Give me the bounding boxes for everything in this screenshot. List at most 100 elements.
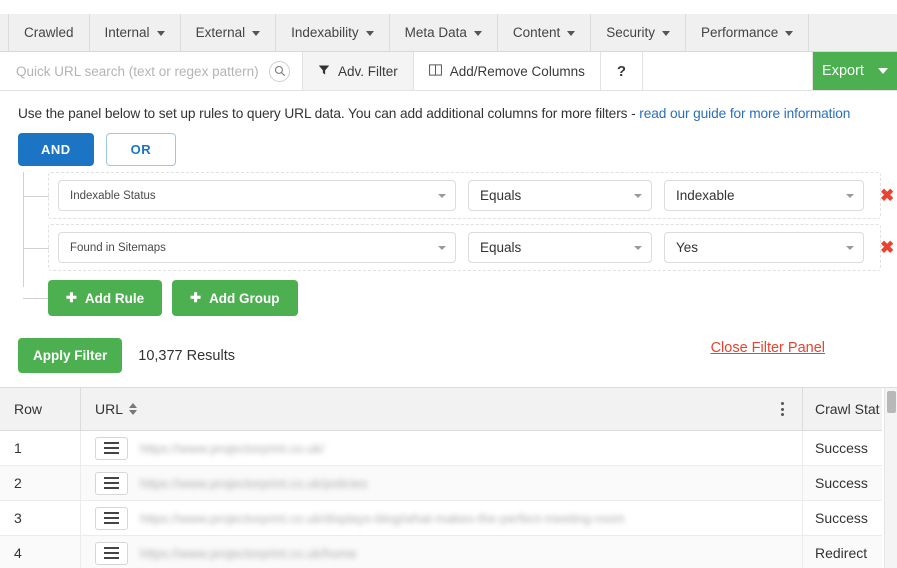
and-operator-button[interactable]: AND (18, 133, 94, 166)
rule-operator-value: Equals (480, 240, 522, 255)
chevron-down-icon (473, 31, 482, 36)
add-group-label: Add Group (209, 290, 280, 306)
filter-panel: Use the panel below to set up rules to q… (0, 91, 897, 387)
rule-group: Indexable Status Equals Indexable ✖ Foun… (16, 172, 894, 316)
tab-external[interactable]: External (180, 14, 277, 51)
filter-rule-row: Indexable Status Equals Indexable ✖ (24, 172, 894, 219)
column-header-url[interactable]: URL (81, 388, 803, 430)
column-header-url-label: URL (95, 401, 124, 417)
rule-field-select[interactable]: Indexable Status (58, 180, 456, 211)
delete-rule-icon[interactable]: ✖ (876, 239, 897, 256)
add-group-button[interactable]: ✚ Add Group (172, 280, 298, 316)
panel-description-text: Use the panel below to set up rules to q… (18, 106, 640, 121)
hamburger-icon[interactable] (95, 541, 128, 565)
or-operator-button[interactable]: OR (105, 133, 177, 166)
tab-content[interactable]: Content (497, 14, 592, 51)
tab-performance-label: Performance (701, 25, 779, 40)
app-root: Crawled Internal External Indexability M… (0, 0, 897, 568)
rule-value-text: Indexable (676, 188, 735, 203)
cell-url-text[interactable]: https://www.projectorprint.co.uk/display… (140, 511, 625, 526)
apply-filter-row: Apply Filter 10,377 Results Close Filter… (16, 316, 881, 387)
cell-url-text[interactable]: https://www.projectorprint.co.uk/policie… (140, 476, 368, 491)
operator-toggle-group: AND OR (16, 133, 881, 166)
cell-url: https://www.projectorprint.co.uk/ (81, 431, 803, 465)
filter-rule-row: Found in Sitemaps Equals Yes ✖ (24, 224, 894, 271)
filter-toolbar: Adv. Filter Add/Remove Columns ? Export (0, 52, 897, 91)
plus-icon: ✚ (66, 290, 77, 305)
main-tab-bar: Crawled Internal External Indexability M… (0, 14, 897, 52)
add-rule-button[interactable]: ✚ Add Rule (48, 280, 163, 316)
cell-row-number: 4 (0, 536, 81, 568)
results-count: 10,377 Results (138, 347, 235, 364)
search-icon[interactable] (269, 60, 290, 82)
rule-operator-select[interactable]: Equals (468, 232, 652, 263)
rule-value-text: Yes (676, 240, 699, 255)
delete-rule-icon[interactable]: ✖ (876, 187, 897, 204)
table-row[interactable]: 1 https://www.projectorprint.co.uk/ Succ… (0, 431, 897, 466)
cell-url: https://www.projectorprint.co.uk/display… (81, 501, 803, 535)
columns-icon (428, 63, 442, 79)
adv-filter-button[interactable]: Adv. Filter (303, 52, 414, 90)
tab-performance[interactable]: Performance (686, 14, 810, 51)
table-row[interactable]: 2 https://www.projectorprint.co.uk/polic… (0, 466, 897, 501)
scrollbar-thumb[interactable] (887, 391, 896, 413)
tab-meta-data[interactable]: Meta Data (389, 14, 498, 51)
help-button[interactable]: ? (601, 52, 643, 90)
rule-field-value: Found in Sitemaps (70, 241, 166, 254)
vertical-scrollbar[interactable] (884, 388, 897, 568)
chevron-down-icon (365, 31, 374, 36)
column-header-crawl-status-label: Crawl Stat (815, 401, 880, 417)
cell-url: https://www.projectorprint.co.uk/home (81, 536, 803, 568)
rule-value-select[interactable]: Indexable (664, 180, 864, 211)
tab-internal-label: Internal (104, 25, 150, 40)
rule-value-select[interactable]: Yes (664, 232, 864, 263)
tab-crawled-label: Crawled (24, 25, 74, 40)
cell-url: https://www.projectorprint.co.uk/policie… (81, 466, 803, 500)
funnel-icon (318, 64, 330, 79)
column-header-url-left: URL (95, 401, 138, 417)
add-rule-label: Add Rule (84, 290, 145, 306)
add-buttons-row: ✚ Add Rule ✚ Add Group (23, 280, 881, 316)
chevron-down-icon (785, 31, 794, 36)
tab-security-label: Security (606, 25, 655, 40)
chevron-down-icon (567, 31, 576, 36)
rule-operator-select[interactable]: Equals (468, 180, 652, 211)
sort-arrows-icon[interactable] (129, 403, 138, 415)
hamburger-icon[interactable] (95, 436, 128, 460)
cell-row-number: 2 (0, 466, 81, 500)
add-remove-columns-button[interactable]: Add/Remove Columns (414, 52, 601, 90)
cell-url-text[interactable]: https://www.projectorprint.co.uk/ (140, 441, 324, 456)
tab-external-label: External (195, 25, 246, 40)
tab-internal[interactable]: Internal (89, 14, 181, 51)
export-button[interactable]: Export (813, 52, 897, 90)
add-remove-columns-label: Add/Remove Columns (449, 63, 585, 79)
rule-field-select[interactable]: Found in Sitemaps (58, 232, 456, 263)
cell-url-text[interactable]: https://www.projectorprint.co.uk/home (140, 546, 357, 561)
rule-field-value: Indexable Status (70, 189, 156, 202)
guide-link[interactable]: read our guide for more information (639, 106, 850, 121)
tab-indexability-label: Indexability (291, 25, 359, 40)
hamburger-icon[interactable] (95, 506, 128, 530)
hamburger-icon[interactable] (95, 471, 128, 495)
panel-description: Use the panel below to set up rules to q… (16, 91, 881, 133)
tab-crawled[interactable]: Crawled (8, 14, 90, 51)
search-cell (0, 52, 303, 90)
chevron-down-icon (156, 31, 165, 36)
cell-row-number: 1 (0, 431, 81, 465)
column-header-row[interactable]: Row (0, 388, 81, 430)
tab-security[interactable]: Security (591, 14, 686, 51)
export-label: Export (822, 63, 864, 79)
kebab-menu-icon[interactable] (777, 400, 788, 418)
table-row[interactable]: 4 https://www.projectorprint.co.uk/home … (0, 536, 897, 568)
search-input[interactable] (14, 62, 263, 80)
apply-filter-button[interactable]: Apply Filter (18, 338, 123, 373)
tab-meta-data-label: Meta Data (404, 25, 467, 40)
results-table: Row URL Crawl Stat 1 https://www.project… (0, 387, 897, 568)
help-label: ? (616, 62, 626, 80)
tab-indexability[interactable]: Indexability (276, 14, 390, 51)
adv-filter-label: Adv. Filter (338, 63, 398, 79)
tab-bar-filler (809, 14, 897, 51)
chevron-down-icon (252, 31, 261, 36)
close-filter-panel-link[interactable]: Close Filter Panel (711, 340, 825, 356)
table-row[interactable]: 3 https://www.projectorprint.co.uk/displ… (0, 501, 897, 536)
